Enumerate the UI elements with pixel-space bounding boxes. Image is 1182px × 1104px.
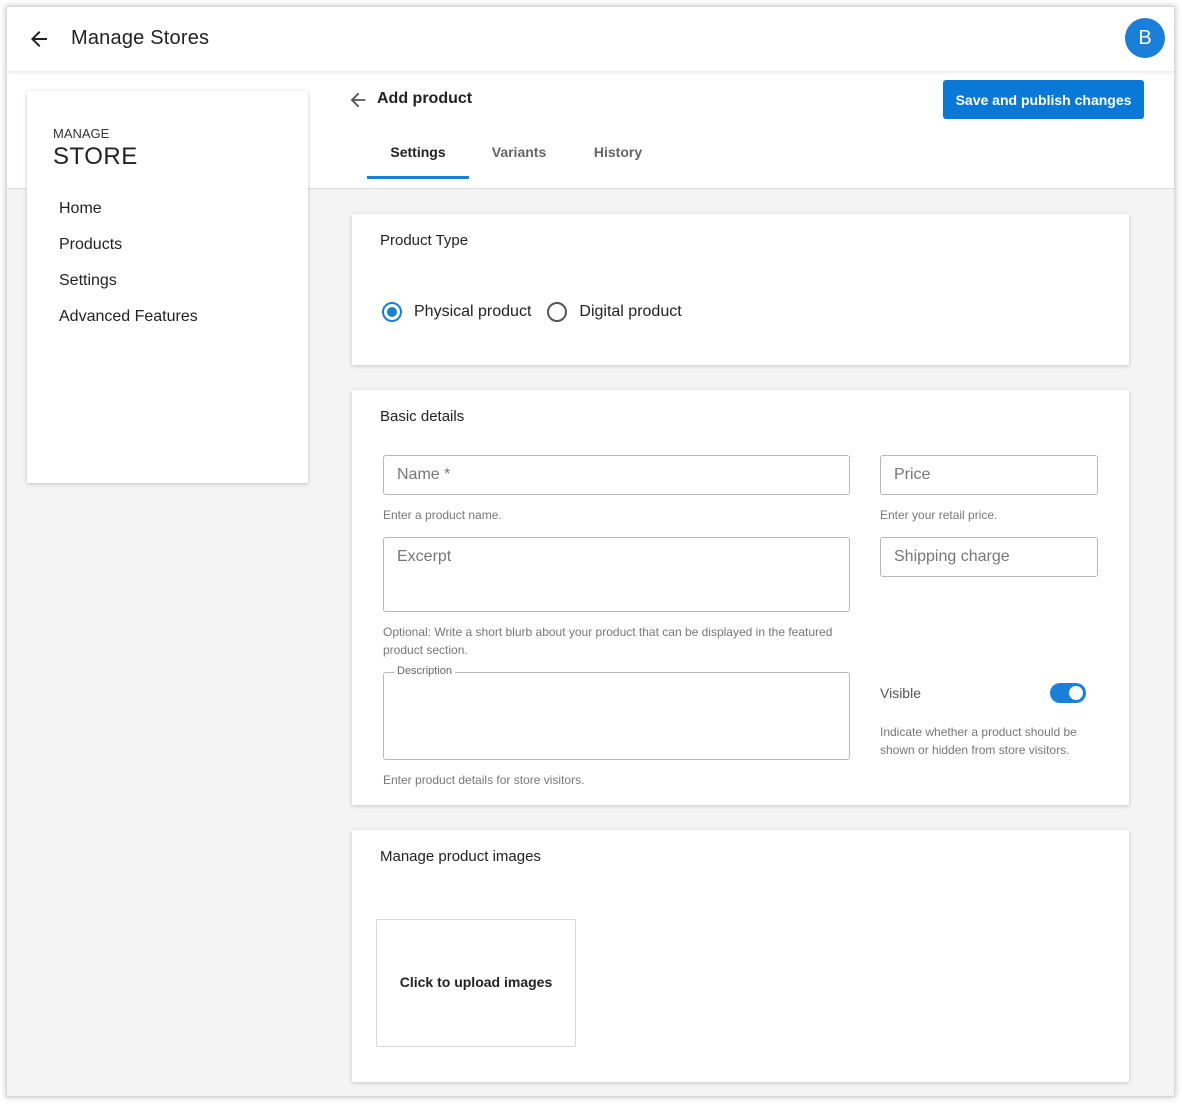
sidebar-item-settings[interactable]: Settings: [59, 269, 198, 305]
sidebar-item-products[interactable]: Products: [59, 233, 198, 269]
basic-details-card: Basic details Enter a product name. Ente…: [352, 390, 1129, 805]
arrow-left-icon[interactable]: [27, 27, 51, 51]
price-field[interactable]: [880, 455, 1098, 495]
sidebar-item-home[interactable]: Home: [59, 197, 198, 233]
shipping-charge-input[interactable]: [881, 538, 1097, 576]
visible-label: Visible: [880, 685, 921, 701]
tab-variants[interactable]: Variants: [469, 135, 569, 179]
app-window: Manage Stores B Add product Save and pub…: [6, 6, 1175, 1097]
product-type-card: Product Type Physical product Digital pr…: [352, 214, 1129, 365]
tab-bar: Settings Variants History: [367, 135, 667, 179]
sidebar: MANAGE STORE Home Products Settings Adva…: [27, 91, 308, 483]
tab-settings[interactable]: Settings: [367, 135, 469, 179]
save-and-publish-button[interactable]: Save and publish changes: [943, 80, 1144, 119]
description-field[interactable]: Description: [383, 665, 850, 760]
basic-details-title: Basic details: [380, 408, 465, 425]
price-input[interactable]: [881, 456, 1097, 494]
tab-history[interactable]: History: [569, 135, 667, 179]
description-label: Description: [394, 665, 456, 677]
sidebar-item-advanced-features[interactable]: Advanced Features: [59, 305, 198, 341]
avatar[interactable]: B: [1125, 18, 1165, 58]
shipping-charge-field[interactable]: [880, 537, 1098, 577]
arrow-left-icon[interactable]: [347, 89, 369, 111]
price-helper: Enter your retail price.: [880, 508, 998, 522]
excerpt-helper: Optional: Write a short blurb about your…: [383, 625, 833, 657]
app-title: Manage Stores: [71, 27, 210, 49]
upload-images-button[interactable]: Click to upload images: [376, 919, 576, 1047]
page-title: Add product: [377, 90, 473, 107]
physical-product-radio[interactable]: [382, 302, 402, 322]
digital-product-radio[interactable]: [547, 302, 568, 322]
product-images-title: Manage product images: [380, 848, 541, 865]
sidebar-nav: Home Products Settings Advanced Features: [59, 197, 198, 341]
product-images-card: Manage product images Click to upload im…: [352, 830, 1129, 1082]
name-input[interactable]: [384, 456, 849, 494]
sidebar-eyebrow: MANAGE: [53, 126, 110, 141]
digital-product-label[interactable]: Digital product: [579, 303, 681, 321]
sidebar-title: STORE: [53, 143, 138, 170]
visible-toggle[interactable]: [1050, 683, 1086, 703]
excerpt-input[interactable]: [384, 538, 849, 611]
name-field[interactable]: [383, 455, 850, 495]
excerpt-field[interactable]: [383, 537, 850, 612]
product-type-options: Physical product Digital product: [382, 302, 698, 322]
product-type-title: Product Type: [380, 232, 469, 249]
name-helper: Enter a product name.: [383, 508, 502, 522]
description-input[interactable]: [384, 673, 849, 759]
visible-helper: Indicate whether a product should be sho…: [880, 725, 1077, 757]
app-bar: Manage Stores B: [7, 7, 1174, 71]
physical-product-label[interactable]: Physical product: [414, 303, 531, 321]
description-helper: Enter product details for store visitors…: [383, 773, 585, 787]
